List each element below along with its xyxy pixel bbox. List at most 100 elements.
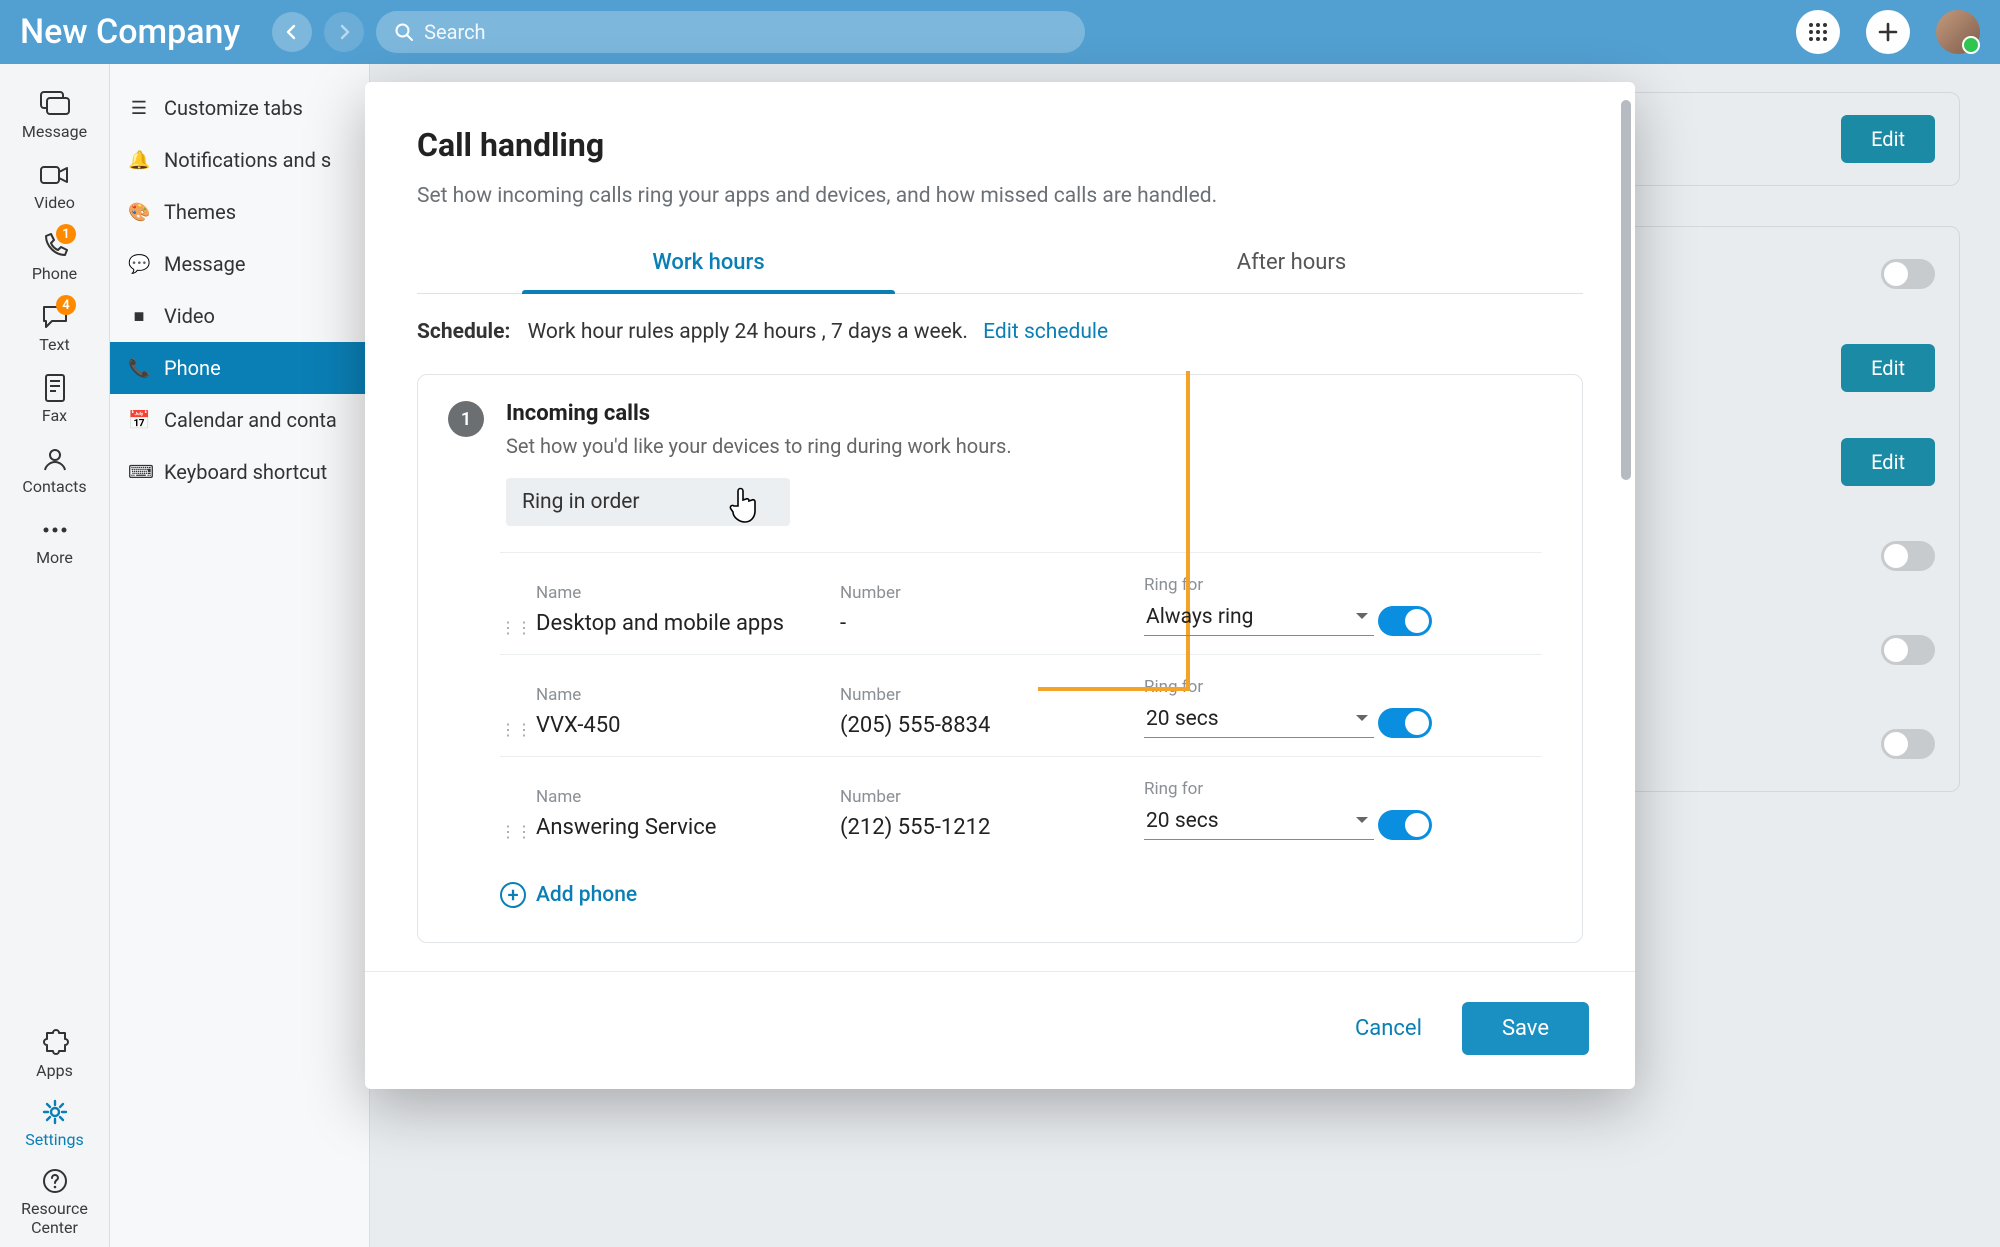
ring-for-select[interactable]: 20 secs [1144, 705, 1374, 738]
toggle-off[interactable] [1881, 259, 1935, 289]
tab-after-hours[interactable]: After hours [1000, 236, 1583, 293]
rail-more[interactable]: More [0, 508, 109, 577]
rail-apps[interactable]: Apps [0, 1021, 109, 1090]
ring-mode-select[interactable]: Ring in order [506, 478, 790, 526]
text-badge: 4 [56, 295, 76, 315]
cursor-icon [726, 484, 760, 524]
toggle-off[interactable] [1881, 729, 1935, 759]
step-desc: Set how you'd like your devices to ring … [506, 434, 1012, 458]
device-name: VVX-450 [536, 713, 836, 738]
rail-settings[interactable]: Settings [0, 1090, 109, 1159]
device-toggle[interactable] [1378, 810, 1432, 840]
puzzle-icon [41, 1029, 69, 1057]
add-phone-label: Add phone [536, 883, 637, 907]
sidebar-customize-tabs[interactable]: ☰Customize tabs [110, 82, 369, 134]
keyboard-icon: ⌨ [128, 462, 150, 483]
device-list: ⋮⋮ NameDesktop and mobile apps Number- R… [500, 552, 1542, 858]
device-row: ⋮⋮ NameDesktop and mobile apps Number- R… [500, 552, 1542, 654]
device-toggle[interactable] [1378, 606, 1432, 636]
col-name: Name [536, 787, 836, 807]
app-title: New Company [20, 12, 240, 52]
device-number: (212) 555-1212 [840, 815, 1140, 840]
drag-handle[interactable]: ⋮⋮ [500, 602, 532, 636]
sidebar-video[interactable]: ■Video [110, 290, 369, 342]
device-toggle[interactable] [1378, 708, 1432, 738]
ring-for-select[interactable]: 20 secs [1144, 807, 1374, 840]
search-icon [394, 22, 414, 42]
phone-badge: 1 [56, 224, 76, 244]
plus-icon [1877, 21, 1899, 43]
col-ringfor: Ring for [1144, 779, 1374, 799]
save-button[interactable]: Save [1462, 1002, 1589, 1055]
nav-forward-button[interactable] [324, 12, 364, 52]
camera-icon: ■ [128, 306, 150, 327]
nav-rail: Message Video Phone 1 Text 4 Fax Contact… [0, 64, 110, 1247]
drag-handle[interactable]: ⋮⋮ [500, 704, 532, 738]
rail-label: Message [22, 122, 87, 141]
dialpad-icon [1807, 21, 1829, 43]
chevron-left-icon [284, 24, 300, 40]
dialpad-button[interactable] [1796, 10, 1840, 54]
sidebar-item-label: Calendar and conta [164, 408, 337, 432]
gear-icon [41, 1098, 69, 1126]
col-name: Name [536, 583, 836, 603]
sidebar-item-label: Customize tabs [164, 96, 303, 120]
modal-scrollbar[interactable] [1621, 100, 1631, 480]
modal-tabs: Work hours After hours [417, 236, 1583, 294]
edit-button[interactable]: Edit [1841, 438, 1935, 486]
avatar[interactable] [1936, 10, 1980, 54]
schedule-label: Schedule: [417, 320, 510, 344]
sidebar-phone[interactable]: 📞 Phone [110, 342, 369, 394]
contacts-icon [41, 445, 69, 473]
video-icon [40, 164, 70, 186]
drag-handle[interactable]: ⋮⋮ [500, 806, 532, 840]
tab-work-hours[interactable]: Work hours [417, 236, 1000, 293]
sidebar-message[interactable]: 💬 Message [110, 238, 369, 290]
rail-contacts[interactable]: Contacts [0, 437, 109, 506]
schedule-text: Work hour rules apply 24 hours , 7 days … [528, 320, 968, 344]
rail-phone[interactable]: Phone 1 [0, 224, 109, 293]
call-handling-modal: Call handling Set how incoming calls rin… [365, 82, 1635, 1089]
sidebar-themes[interactable]: 🎨Themes [110, 186, 369, 238]
cancel-button[interactable]: Cancel [1341, 1002, 1436, 1055]
phone-icon: 📞 [128, 358, 150, 379]
sidebar-item-label: Notifications and s [164, 148, 331, 172]
sidebar-keyboard[interactable]: ⌨ Keyboard shortcut [110, 446, 369, 498]
col-number: Number [840, 583, 1140, 603]
edit-schedule-link[interactable]: Edit schedule [983, 320, 1108, 344]
edit-button[interactable]: Edit [1841, 115, 1935, 163]
ring-for-select[interactable]: Always ring [1144, 603, 1374, 636]
ring-mode-value: Ring in order [522, 490, 640, 514]
rail-label: Video [34, 193, 75, 212]
nav-back-button[interactable] [272, 12, 312, 52]
sidebar-item-label: Message [164, 252, 245, 276]
modal-title: Call handling [417, 126, 1583, 164]
sidebar-calendar[interactable]: 📅Calendar and conta [110, 394, 369, 446]
new-action-button[interactable] [1866, 10, 1910, 54]
col-name: Name [536, 685, 836, 705]
rail-fax[interactable]: Fax [0, 366, 109, 435]
toggle-off[interactable] [1881, 635, 1935, 665]
add-phone-button[interactable]: + Add phone [500, 882, 1542, 908]
rail-label: Apps [36, 1061, 73, 1080]
chat-icon: 💬 [128, 254, 150, 275]
chevron-right-icon [336, 24, 352, 40]
rail-label: Phone [32, 264, 77, 283]
device-number: (205) 555-8834 [840, 713, 1140, 738]
toggle-off[interactable] [1881, 541, 1935, 571]
device-row: ⋮⋮ NameVVX-450 Number(205) 555-8834 Ring… [500, 654, 1542, 756]
sidebar-item-label: Phone [164, 356, 221, 380]
rail-label: Settings [25, 1130, 83, 1149]
col-ringfor: Ring for [1144, 575, 1374, 595]
search-input[interactable] [424, 20, 1067, 44]
edit-button[interactable]: Edit [1841, 344, 1935, 392]
rail-message[interactable]: Message [0, 82, 109, 151]
sidebar-notifications[interactable]: 🔔Notifications and s [110, 134, 369, 186]
rail-resource[interactable]: Resource Center [0, 1159, 109, 1247]
rail-text[interactable]: Text 4 [0, 295, 109, 364]
rail-label: Contacts [22, 477, 86, 496]
sidebar-item-label: Themes [164, 200, 236, 224]
rail-video[interactable]: Video [0, 153, 109, 222]
search-field[interactable] [376, 11, 1085, 53]
sidebar-item-label: Keyboard shortcut [164, 460, 327, 484]
